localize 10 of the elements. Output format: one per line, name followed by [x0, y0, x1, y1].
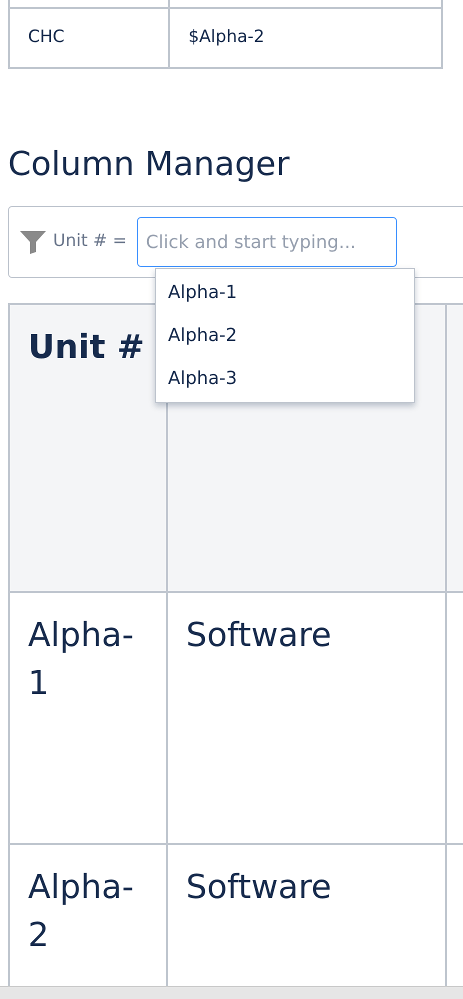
- table-cell: $Alpha-2: [169, 8, 442, 68]
- filter-label: Unit # =: [53, 230, 127, 254]
- table-cell: Software: [167, 592, 446, 844]
- scrollbar[interactable]: [0, 986, 463, 999]
- section-heading: Column Manager: [8, 144, 291, 185]
- table-cell: Alpha-1: [9, 592, 167, 844]
- table-cell: CHC: [9, 8, 170, 68]
- column-header: Unit #: [9, 304, 167, 592]
- filter-icon: [19, 229, 47, 255]
- filter-input[interactable]: Click and start typing...: [136, 217, 397, 267]
